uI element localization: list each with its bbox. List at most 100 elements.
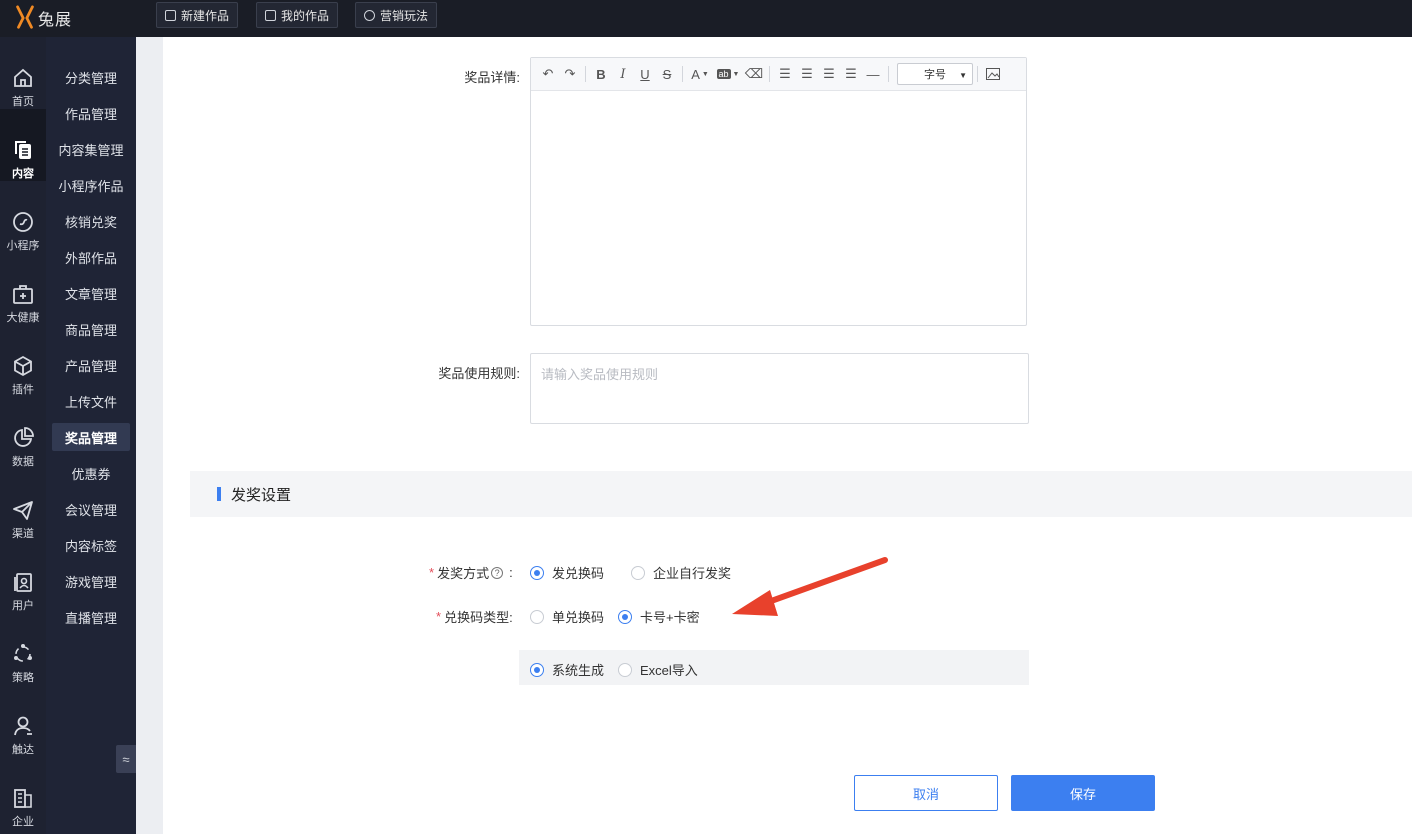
undo-icon[interactable]: ↶	[537, 63, 559, 85]
rail-item-users[interactable]: 用户	[0, 541, 46, 613]
submenu-item-games[interactable]: 游戏管理	[52, 567, 130, 595]
chevron-down-icon: ▼	[959, 71, 967, 80]
option-label: 企业自行发奖	[653, 566, 732, 581]
link-icon	[13, 212, 33, 232]
rail-item-health[interactable]: 大健康	[0, 253, 46, 325]
submenu-item-category[interactable]: 分类管理	[52, 63, 130, 91]
rail-item-miniapp[interactable]: 小程序	[0, 181, 46, 253]
submenu-item-prizes[interactable]: 奖品管理	[52, 423, 130, 451]
marketing-button[interactable]: 营销玩法	[355, 2, 438, 28]
submenu-item-goods[interactable]: 商品管理	[52, 315, 130, 343]
submenu-item-redeem[interactable]: 核销兑奖	[52, 207, 130, 235]
section-header: 发奖设置	[190, 471, 1412, 517]
award-method-option-code[interactable]: 发兑换码	[530, 563, 604, 582]
submenu-item-tags[interactable]: 内容标签	[52, 531, 130, 559]
prize-detail-label: 奖品详情:	[464, 70, 520, 85]
toolbar-divider	[769, 66, 770, 82]
align-right-icon[interactable]: ☰	[818, 63, 840, 85]
submenu-item-coupons[interactable]: 优惠券	[52, 459, 130, 487]
submenu-item-upload[interactable]: 上传文件	[52, 387, 130, 415]
align-center-icon[interactable]: ☰	[796, 63, 818, 85]
radio-button[interactable]	[530, 565, 544, 580]
radio-button[interactable]	[530, 609, 544, 624]
radio-button[interactable]	[618, 609, 633, 624]
home-icon	[14, 68, 32, 87]
submenu-item-works[interactable]: 作品管理	[52, 99, 130, 127]
rail-item-channel[interactable]: 渠道	[0, 469, 46, 541]
option-label: 卡号+卡密	[640, 610, 700, 625]
italic-icon[interactable]: I	[612, 63, 634, 85]
rail-item-home[interactable]: 首页	[0, 37, 46, 109]
submenu-item-collections[interactable]: 内容集管理	[52, 135, 130, 163]
code-type-option-card[interactable]: 卡号+卡密	[618, 607, 700, 626]
rail-label: 大健康	[6, 312, 40, 324]
content-gutter	[136, 37, 163, 834]
my-works-button[interactable]: 我的作品	[256, 2, 339, 28]
generation-option-system[interactable]: 系统生成	[530, 660, 604, 679]
radio-button[interactable]	[631, 565, 646, 580]
toolbar-divider	[585, 66, 586, 82]
font-color-icon[interactable]: A ▼	[687, 63, 713, 85]
code-type-label: 兑换码类型:	[444, 610, 513, 625]
required-asterisk: *	[436, 609, 442, 624]
submenu-item-meetings[interactable]: 会议管理	[52, 495, 130, 523]
strikethrough-icon[interactable]: S	[656, 63, 678, 85]
image-icon[interactable]	[982, 63, 1004, 85]
prize-rules-textarea[interactable]: 请输入奖品使用规则	[530, 353, 1029, 424]
rail-label: 渠道	[12, 528, 34, 540]
cube-icon	[14, 355, 32, 377]
help-icon[interactable]: ?	[491, 566, 504, 579]
save-button[interactable]: 保存	[1011, 775, 1155, 811]
align-justify-icon[interactable]: ☰	[840, 63, 862, 85]
rail-label: 用户	[12, 600, 34, 612]
editor-toolbar: ↶ ↷ B I U S A ▼ ab ▼ ⌫ ☰ ☰ ☰ ☰ — 字号 ▼	[531, 58, 1026, 91]
radio-button[interactable]	[530, 662, 544, 677]
copy-icon	[15, 141, 31, 159]
top-bar: 兔展 新建作品 我的作品 营销玩法	[0, 0, 1412, 37]
award-method-option-self[interactable]: 企业自行发奖	[631, 563, 731, 582]
rail-label: 小程序	[6, 240, 40, 252]
rail-label: 插件	[12, 384, 34, 396]
cancel-button[interactable]: 取消	[854, 775, 998, 811]
submenu-item-external[interactable]: 外部作品	[52, 243, 130, 271]
rail-item-data[interactable]: 数据	[0, 397, 46, 469]
bold-icon[interactable]: B	[590, 63, 612, 85]
rail-item-enterprise[interactable]: 企业	[0, 757, 46, 829]
radio-button[interactable]	[618, 662, 633, 677]
rail-label: 首页	[12, 96, 34, 108]
required-asterisk: *	[429, 565, 435, 580]
submenu-item-articles[interactable]: 文章管理	[52, 279, 130, 307]
rail-item-content[interactable]: 内容	[0, 109, 46, 181]
award-method-options: 发兑换码 企业自行发奖	[530, 563, 731, 582]
align-left-icon[interactable]: ☰	[774, 63, 796, 85]
highlight-icon[interactable]: ab ▼	[713, 63, 743, 85]
rail-item-plugins[interactable]: 插件	[0, 325, 46, 397]
redo-icon[interactable]: ↷	[559, 63, 581, 85]
code-type-options: 单兑换码 卡号+卡密	[530, 607, 700, 626]
award-method-label-row: * 发奖方式 ? :	[429, 563, 513, 582]
option-label: 系统生成	[552, 663, 605, 678]
brand-name: 兔展	[38, 12, 73, 29]
underline-icon[interactable]: U	[634, 63, 656, 85]
new-work-button[interactable]: 新建作品	[156, 2, 239, 28]
collapse-menu-button[interactable]: ≈	[116, 745, 136, 773]
submenu-item-miniapp-works[interactable]: 小程序作品	[52, 171, 130, 199]
rail-item-strategy[interactable]: 策略	[0, 613, 46, 685]
medical-kit-icon	[13, 285, 33, 304]
submenu-item-live[interactable]: 直播管理	[52, 603, 130, 631]
rail-item-reach[interactable]: 触达	[0, 685, 46, 757]
logo[interactable]: 兔展	[14, 2, 72, 34]
submenu-item-products[interactable]: 产品管理	[52, 351, 130, 379]
marketing-label: 营销玩法	[380, 8, 429, 23]
list-square-icon	[265, 9, 276, 21]
font-size-select-label: 字号	[924, 69, 946, 81]
my-works-label: 我的作品	[281, 8, 330, 23]
award-method-label: 发奖方式	[437, 566, 490, 581]
eraser-icon[interactable]: ⌫	[743, 63, 765, 85]
rich-text-editor[interactable]: ↶ ↷ B I U S A ▼ ab ▼ ⌫ ☰ ☰ ☰ ☰ — 字号 ▼	[530, 57, 1027, 326]
code-type-option-single[interactable]: 单兑换码	[530, 607, 604, 626]
font-size-select[interactable]: 字号 ▼	[897, 63, 973, 85]
rail-label: 触达	[12, 744, 34, 756]
generation-option-excel[interactable]: Excel导入	[618, 660, 698, 679]
horizontal-rule-icon[interactable]: —	[862, 63, 884, 85]
